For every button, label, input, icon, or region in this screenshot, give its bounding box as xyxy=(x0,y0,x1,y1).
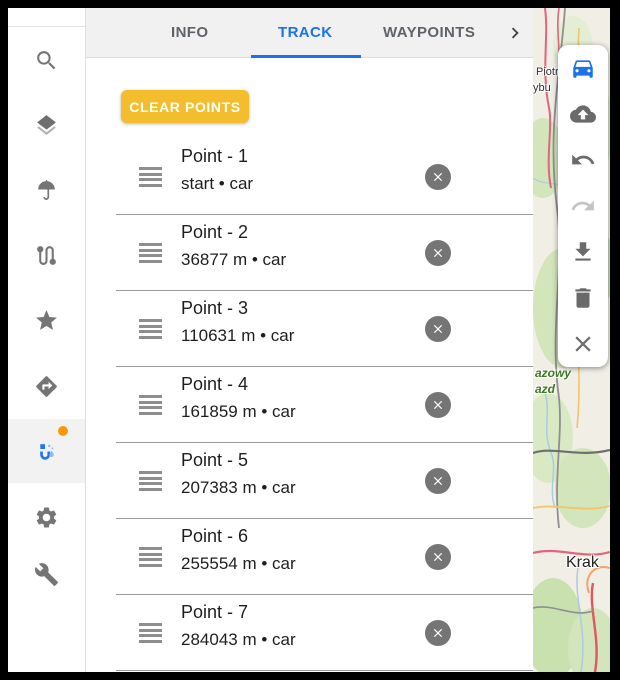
delete-point-button[interactable] xyxy=(425,316,451,342)
map-label-piotr: Piotr xyxy=(536,66,559,78)
download-track-button[interactable] xyxy=(558,229,608,275)
download-icon xyxy=(570,239,596,265)
umbrella-icon xyxy=(34,178,59,203)
point-title: Point - 6 xyxy=(181,526,248,547)
map-label-azowy: azowy xyxy=(535,366,571,380)
delete-x-icon xyxy=(431,474,445,488)
search-icon xyxy=(34,48,59,73)
route-icon xyxy=(34,243,59,268)
drag-handle-icon[interactable] xyxy=(139,167,162,187)
sidebar-item-search[interactable] xyxy=(8,28,85,92)
point-subtitle: 207383 m • car xyxy=(181,478,296,498)
drag-handle-icon[interactable] xyxy=(139,395,162,415)
delete-point-button[interactable] xyxy=(425,240,451,266)
undo-button[interactable] xyxy=(558,137,608,183)
point-title: Point - 4 xyxy=(181,374,248,395)
sidebar-item-track-editor[interactable] xyxy=(8,419,85,483)
tab-waypoints[interactable]: WAYPOINTS xyxy=(383,8,475,57)
drag-handle-icon[interactable] xyxy=(139,547,162,567)
delete-x-icon xyxy=(431,398,445,412)
delete-point-button[interactable] xyxy=(425,544,451,570)
map-label-azd: azd xyxy=(535,382,555,396)
tab-bar: INFO TRACK WAYPOINTS xyxy=(86,8,533,58)
point-title: Point - 7 xyxy=(181,602,248,623)
star-icon xyxy=(34,308,59,333)
redo-icon xyxy=(570,193,596,219)
point-title: Point - 2 xyxy=(181,222,248,243)
point-subtitle: 161859 m • car xyxy=(181,402,296,422)
chevron-right-icon[interactable] xyxy=(504,22,526,44)
close-toolbar-button[interactable] xyxy=(558,321,608,367)
point-subtitle: 255554 m • car xyxy=(181,554,296,574)
undo-icon xyxy=(570,147,596,173)
drag-handle-icon[interactable] xyxy=(139,319,162,339)
delete-x-icon xyxy=(431,170,445,184)
delete-x-icon xyxy=(431,626,445,640)
track-point-row: Point - 5 207383 m • car xyxy=(116,443,533,519)
drag-handle-icon[interactable] xyxy=(139,623,162,643)
track-panel: INFO TRACK WAYPOINTS CLEAR POINTS Point … xyxy=(86,8,533,672)
delete-point-button[interactable] xyxy=(425,164,451,190)
sidebar-item-settings[interactable] xyxy=(8,485,85,549)
directions-icon xyxy=(34,374,59,399)
delete-track-button[interactable] xyxy=(558,275,608,321)
track-point-row: Point - 4 161859 m • car xyxy=(116,367,533,443)
sidebar-item-tracks[interactable] xyxy=(8,223,85,287)
track-edit-icon xyxy=(34,439,59,464)
wrench-icon xyxy=(34,562,59,587)
track-point-row: Point - 6 255554 m • car xyxy=(116,519,533,595)
map-label-krakow: Krak xyxy=(566,554,599,572)
sidebar-item-directions[interactable] xyxy=(8,354,85,418)
point-subtitle: 110631 m • car xyxy=(181,326,294,346)
sidebar-item-layers[interactable] xyxy=(8,93,85,157)
delete-point-button[interactable] xyxy=(425,468,451,494)
map-label-ybu: ybu xyxy=(533,82,551,94)
point-title: Point - 5 xyxy=(181,450,248,471)
point-subtitle: start • car xyxy=(181,174,253,194)
delete-x-icon xyxy=(431,322,445,336)
point-title: Point - 1 xyxy=(181,146,248,167)
drag-handle-icon[interactable] xyxy=(139,243,162,263)
upload-track-button[interactable] xyxy=(558,91,608,137)
sidebar xyxy=(8,8,86,672)
layers-icon xyxy=(34,113,59,138)
notification-badge-dot xyxy=(58,426,68,436)
active-tab-underline xyxy=(251,55,361,58)
track-point-row: Point - 3 110631 m • car xyxy=(116,291,533,367)
track-point-row: Point - 1 start • car xyxy=(116,139,533,215)
sidebar-top-strip xyxy=(8,8,85,27)
tab-info[interactable]: INFO xyxy=(171,8,208,57)
point-subtitle: 36877 m • car xyxy=(181,250,286,270)
track-point-row: Point - 2 36877 m • car xyxy=(116,215,533,291)
delete-point-button[interactable] xyxy=(425,620,451,646)
sidebar-item-weather[interactable] xyxy=(8,158,85,222)
delete-x-icon xyxy=(431,550,445,564)
drag-handle-icon[interactable] xyxy=(139,471,162,491)
map-toolbar xyxy=(558,45,608,367)
redo-button[interactable] xyxy=(558,183,608,229)
gear-icon xyxy=(34,505,59,530)
point-subtitle: 284043 m • car xyxy=(181,630,296,650)
app-window: INFO TRACK WAYPOINTS CLEAR POINTS Point … xyxy=(8,8,610,672)
sidebar-item-favorites[interactable] xyxy=(8,288,85,352)
clear-points-button[interactable]: CLEAR POINTS xyxy=(121,90,249,123)
points-list: Point - 1 start • car Point - 2 36877 m … xyxy=(116,139,533,672)
track-point-row: Point - 7 284043 m • car xyxy=(116,595,533,671)
tab-track[interactable]: TRACK xyxy=(278,8,333,57)
sidebar-item-tools[interactable] xyxy=(8,542,85,606)
car-icon xyxy=(570,55,596,81)
delete-point-button[interactable] xyxy=(425,392,451,418)
trash-icon xyxy=(570,285,596,311)
point-title: Point - 3 xyxy=(181,298,248,319)
close-icon xyxy=(570,331,596,357)
delete-x-icon xyxy=(431,246,445,260)
cloud-upload-icon xyxy=(570,101,596,127)
routing-mode-car-button[interactable] xyxy=(558,45,608,91)
